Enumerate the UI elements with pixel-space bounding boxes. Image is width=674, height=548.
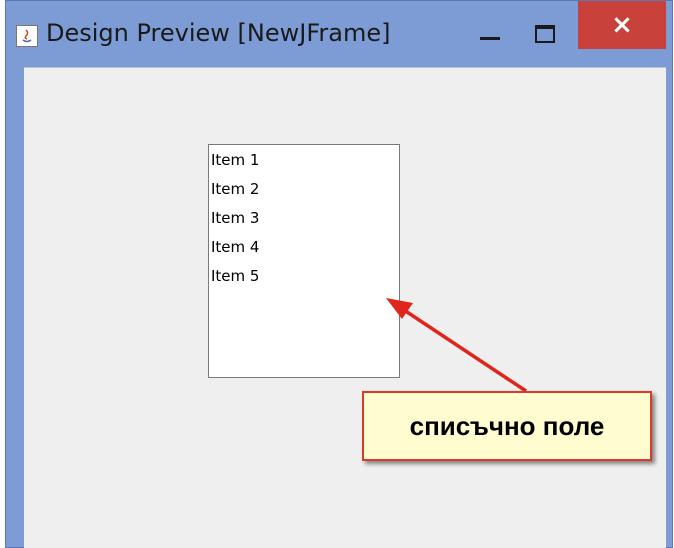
list-item[interactable]: Item 4 <box>211 236 399 265</box>
list-box[interactable]: Item 1 Item 2 Item 3 Item 4 Item 5 <box>208 144 400 378</box>
annotation-callout: списъчно поле <box>362 391 652 461</box>
minimize-button[interactable] <box>472 19 508 49</box>
list-item[interactable]: Item 2 <box>211 178 399 207</box>
close-button[interactable]: × <box>578 1 666 49</box>
application-window: Design Preview [NewJFrame] × Item 1 Item… <box>5 0 673 548</box>
list-item[interactable]: Item 5 <box>211 265 399 294</box>
frame-content: Item 1 Item 2 Item 3 Item 4 Item 5 <box>24 67 666 548</box>
title-bar[interactable]: Design Preview [NewJFrame] × <box>6 1 672 67</box>
java-icon <box>16 25 38 47</box>
list-item[interactable]: Item 1 <box>211 149 399 178</box>
list-item[interactable]: Item 3 <box>211 207 399 236</box>
window-title: Design Preview [NewJFrame] <box>46 19 391 47</box>
maximize-button[interactable] <box>526 19 562 49</box>
callout-label: списъчно поле <box>409 410 605 441</box>
